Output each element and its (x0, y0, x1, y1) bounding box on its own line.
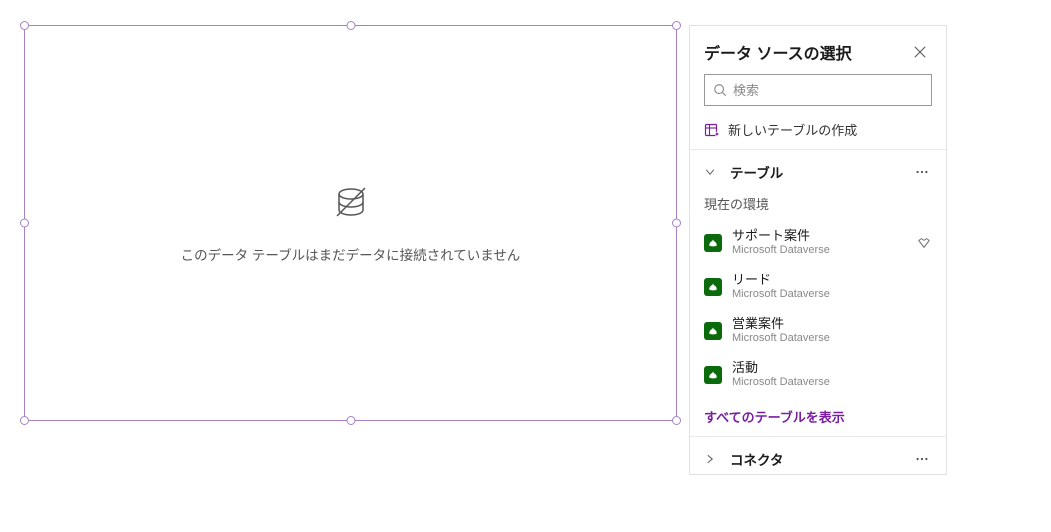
close-button[interactable] (908, 40, 932, 64)
search-input[interactable] (733, 83, 923, 98)
tables-group-header[interactable]: テーブル (690, 150, 946, 192)
table-item-lead[interactable]: リード Microsoft Dataverse (690, 265, 946, 309)
empty-state-text: このデータ テーブルはまだデータに接続されていません (181, 244, 521, 264)
resize-handle-top-middle[interactable] (346, 21, 355, 30)
chevron-right-icon (704, 453, 716, 465)
resize-handle-bottom-left[interactable] (20, 416, 29, 425)
table-item-title: 活動 (732, 360, 932, 376)
table-item-title: リード (732, 272, 932, 288)
connectors-group-label: コネクタ (730, 449, 783, 469)
table-item-source: Microsoft Dataverse (732, 288, 932, 302)
chevron-down-icon (704, 166, 716, 178)
create-table-icon (704, 122, 720, 138)
table-item-source: Microsoft Dataverse (732, 332, 932, 346)
connectors-group-header[interactable]: コネクタ (690, 437, 946, 479)
canvas-datatable[interactable]: このデータ テーブルはまだデータに接続されていません (24, 25, 677, 421)
search-box[interactable] (704, 74, 932, 106)
dataverse-icon (704, 278, 722, 296)
resize-handle-middle-left[interactable] (20, 219, 29, 228)
resize-handle-top-right[interactable] (672, 21, 681, 30)
create-table-button[interactable]: 新しいテーブルの作成 (690, 116, 946, 149)
table-item-title: サポート案件 (732, 228, 906, 244)
ellipsis-icon (915, 165, 929, 179)
close-icon (913, 45, 927, 59)
panel-title: データ ソースの選択 (704, 40, 852, 64)
tables-group-label: テーブル (730, 162, 783, 182)
table-item-title: 営業案件 (732, 316, 932, 332)
resize-handle-bottom-middle[interactable] (346, 416, 355, 425)
table-item-source: Microsoft Dataverse (732, 376, 932, 390)
resize-handle-bottom-right[interactable] (672, 416, 681, 425)
dataverse-icon (704, 366, 722, 384)
panel-header: データ ソースの選択 (690, 26, 946, 74)
table-item-support-case[interactable]: サポート案件 Microsoft Dataverse (690, 221, 946, 265)
environment-label: 現在の環境 (690, 192, 946, 221)
ellipsis-icon (915, 452, 929, 466)
dataverse-icon (704, 322, 722, 340)
tables-more-button[interactable] (912, 162, 932, 182)
dataverse-icon (704, 234, 722, 252)
create-table-label: 新しいテーブルの作成 (728, 120, 857, 139)
tables-list: サポート案件 Microsoft Dataverse リード Microsoft… (690, 221, 946, 397)
table-item-activity[interactable]: 活動 Microsoft Dataverse (690, 353, 946, 397)
table-item-source: Microsoft Dataverse (732, 244, 906, 258)
connectors-more-button[interactable] (912, 449, 932, 469)
resize-handle-top-left[interactable] (20, 21, 29, 30)
premium-icon (916, 235, 932, 251)
table-item-opportunity[interactable]: 営業案件 Microsoft Dataverse (690, 309, 946, 353)
resize-handle-middle-right[interactable] (672, 219, 681, 228)
show-all-tables-link[interactable]: すべてのテーブルを表示 (690, 397, 946, 436)
database-disconnected-icon (331, 182, 371, 222)
search-container (690, 74, 946, 116)
search-icon (713, 83, 727, 97)
datasource-panel: データ ソースの選択 新しいテーブルの作成 (689, 25, 947, 475)
